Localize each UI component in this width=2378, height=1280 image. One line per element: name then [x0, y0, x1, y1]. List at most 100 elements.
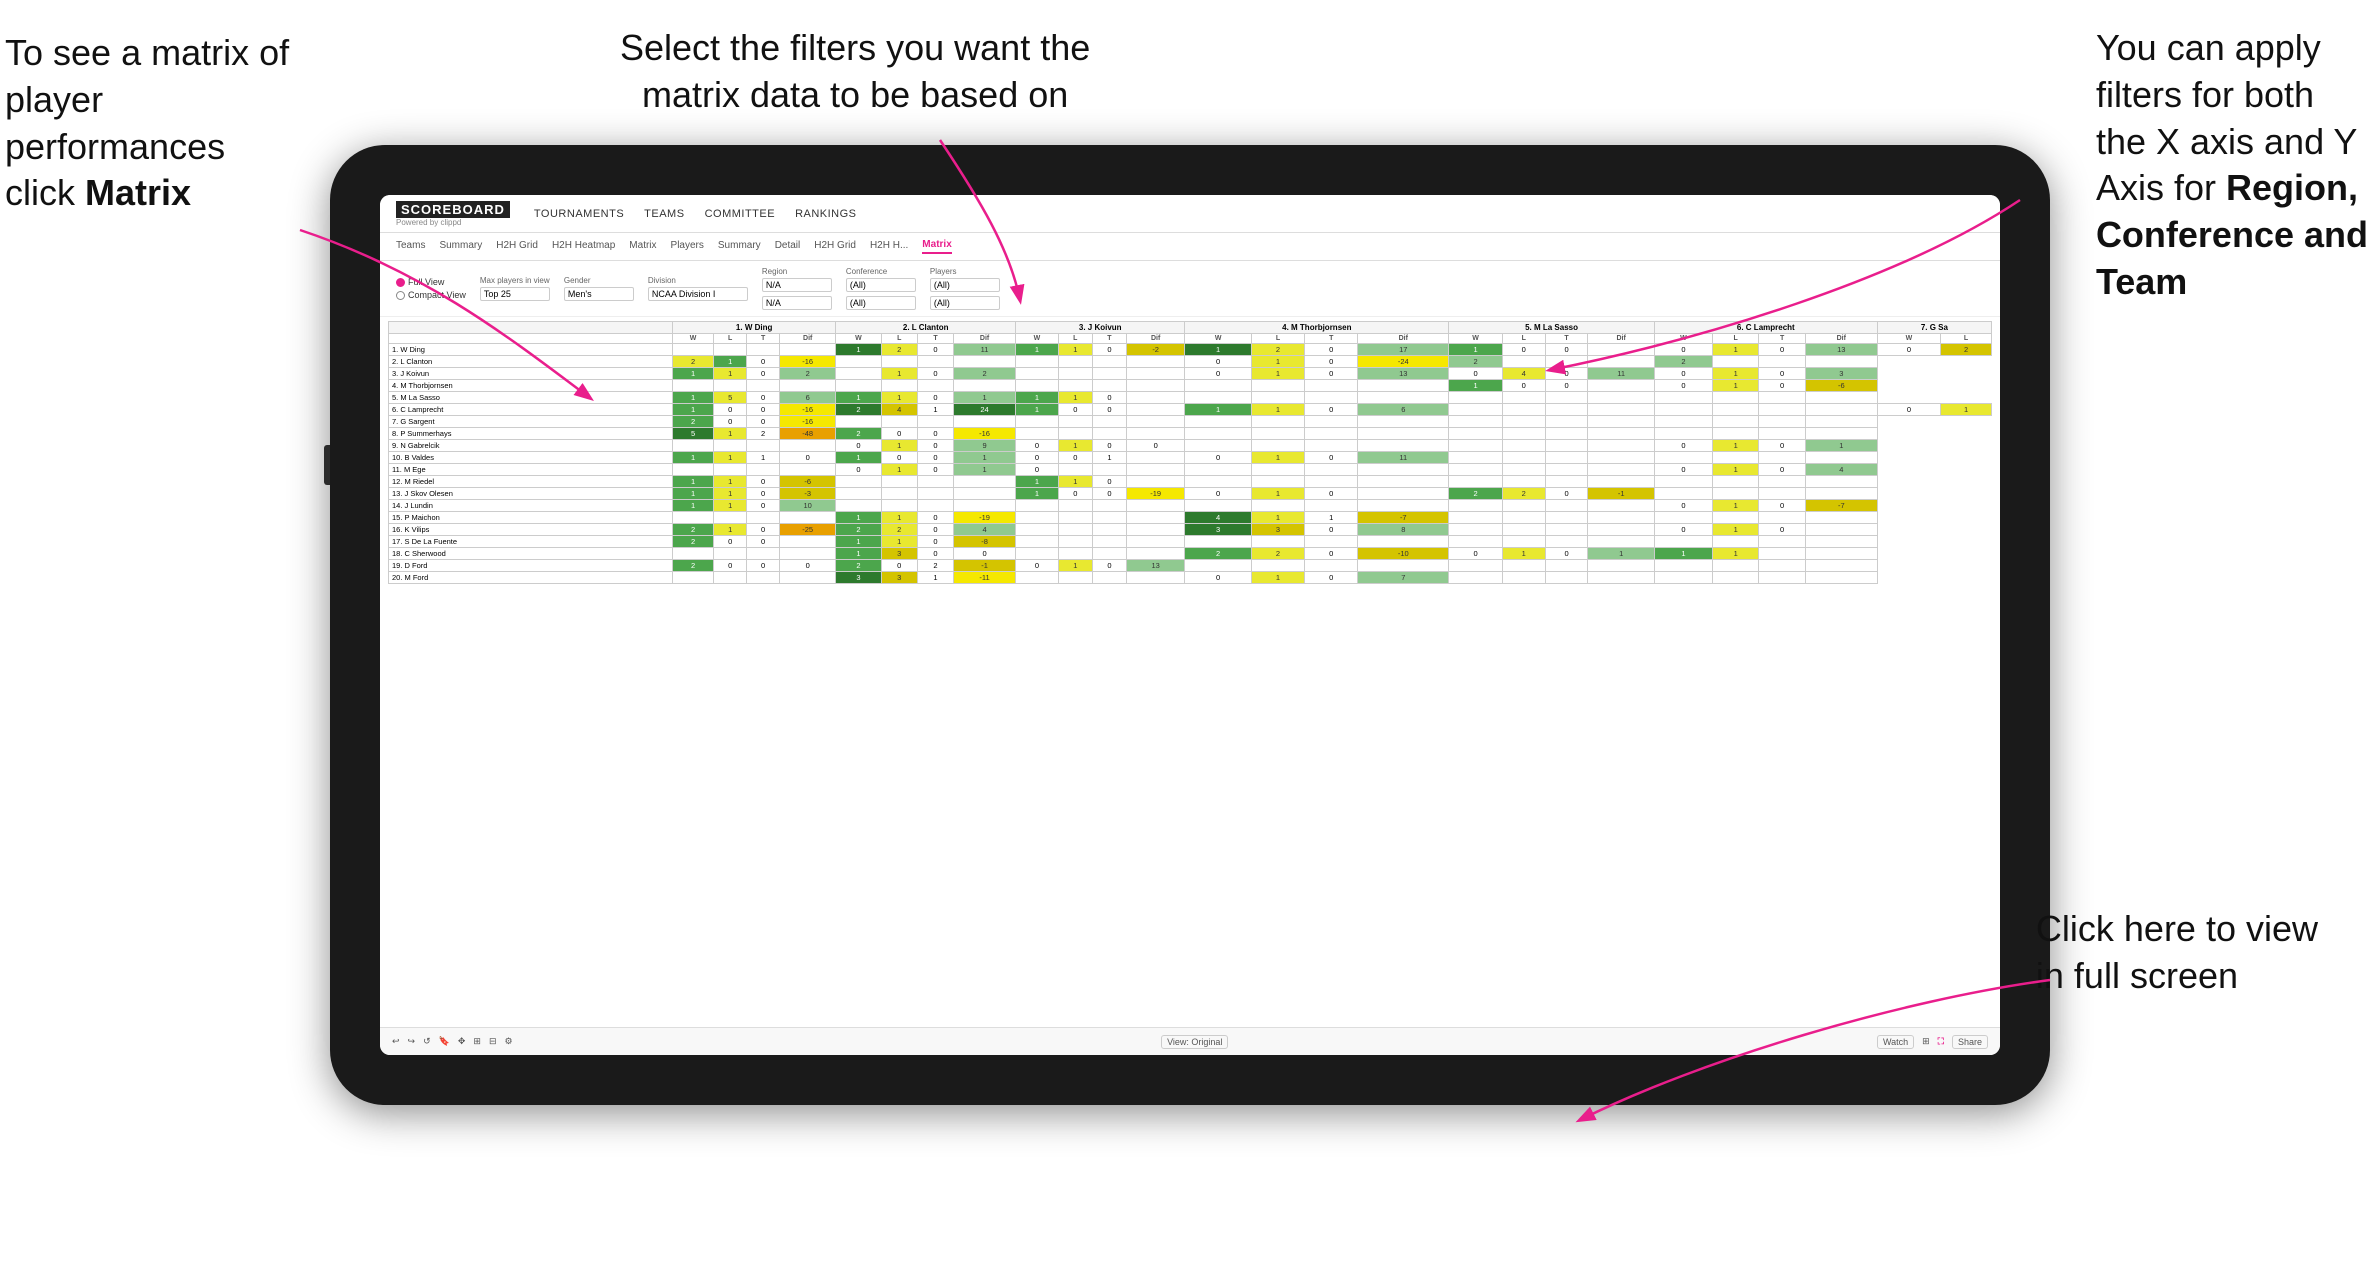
pan-icon[interactable]: ✥ [458, 1036, 466, 1047]
matrix-cell: 1 [673, 452, 714, 464]
settings-icon[interactable]: ⚙ [505, 1036, 513, 1047]
conference-select2[interactable]: (All) [846, 296, 916, 310]
bookmark-icon[interactable]: 🔖 [439, 1036, 450, 1047]
fullscreen-icon[interactable]: ⛶ [1938, 1036, 1944, 1047]
grid-icon[interactable]: ⊞ [1922, 1036, 1930, 1047]
matrix-cell [1588, 392, 1654, 404]
conference-select1[interactable]: (All) [846, 278, 916, 292]
refresh-icon[interactable]: ↺ [423, 1036, 431, 1047]
matrix-cell: 0 [1305, 488, 1358, 500]
matrix-cell: 2 [673, 356, 714, 368]
sub-t5: T [1545, 334, 1588, 344]
matrix-cell: 1 [1251, 572, 1304, 584]
player-name-cell: 9. N Gabrelcik [389, 440, 673, 452]
matrix-cell [780, 512, 836, 524]
redo-icon[interactable]: ↪ [408, 1036, 416, 1047]
matrix-cell: 0 [1654, 344, 1712, 356]
matrix-cell [1588, 524, 1654, 536]
matrix-cell [714, 572, 747, 584]
nav-rankings[interactable]: RANKINGS [795, 208, 856, 220]
matrix-cell: 0 [917, 548, 953, 560]
matrix-cell [1092, 380, 1126, 392]
zoom-out-icon[interactable]: ⊟ [489, 1036, 497, 1047]
matrix-cell: 0 [1545, 488, 1588, 500]
matrix-cell: 1 [836, 344, 881, 356]
matrix-cell [1759, 428, 1805, 440]
players-select1[interactable]: (All) [930, 278, 1000, 292]
tablet-screen: SCOREBOARD Powered by clippd TOURNAMENTS… [380, 195, 2000, 1055]
matrix-cell [1588, 476, 1654, 488]
matrix-cell [780, 380, 836, 392]
matrix-cell [1016, 548, 1059, 560]
matrix-cell [1058, 428, 1092, 440]
subnav-h2h-grid[interactable]: H2H Grid [496, 240, 538, 253]
matrix-cell: 1 [714, 428, 747, 440]
matrix-cell [1305, 380, 1358, 392]
matrix-cell [1805, 476, 1877, 488]
subnav-summary[interactable]: Summary [439, 240, 482, 253]
matrix-cell [1016, 356, 1059, 368]
matrix-cell [1712, 428, 1758, 440]
subnav-matrix-players[interactable]: Matrix [629, 240, 656, 253]
matrix-cell [836, 416, 881, 428]
players-select2[interactable]: (All) [930, 296, 1000, 310]
view-original-button[interactable]: View: Original [1161, 1035, 1228, 1049]
region-select[interactable]: N/A [762, 278, 832, 292]
zoom-in-icon[interactable]: ⊞ [473, 1036, 481, 1047]
undo-icon[interactable]: ↩ [392, 1036, 400, 1047]
subnav-detail[interactable]: Detail [775, 240, 801, 253]
subnav-players[interactable]: Players [671, 240, 704, 253]
matrix-cell: 0 [1058, 452, 1092, 464]
matrix-cell [954, 488, 1016, 500]
bottom-toolbar: ↩ ↪ ↺ 🔖 ✥ ⊞ ⊟ ⚙ View: Original Watch ⊞ ⛶… [380, 1027, 2000, 1055]
matrix-cell [673, 572, 714, 584]
compact-view-dot [396, 291, 405, 300]
player-name-cell: 15. P Maichon [389, 512, 673, 524]
matrix-cell [1759, 356, 1805, 368]
matrix-cell [1545, 536, 1588, 548]
matrix-cell: 1 [1251, 404, 1304, 416]
region-select2[interactable]: N/A [762, 296, 832, 310]
sub-l6: L [1712, 334, 1758, 344]
table-row: 9. N Gabrelcik010901000101 [389, 440, 1992, 452]
matrix-cell [1759, 548, 1805, 560]
matrix-cell [1588, 572, 1654, 584]
matrix-cell [1449, 440, 1503, 452]
matrix-cell [1759, 416, 1805, 428]
table-row: 20. M Ford331-110107 [389, 572, 1992, 584]
share-button[interactable]: Share [1952, 1035, 1988, 1049]
col-header-5: 5. M La Sasso [1449, 322, 1655, 334]
subnav-h2h-grid2[interactable]: H2H Grid [814, 240, 856, 253]
matrix-cell: 2 [1251, 344, 1304, 356]
division-select[interactable]: NCAA Division I [648, 287, 748, 301]
nav-tournaments[interactable]: TOURNAMENTS [534, 208, 624, 220]
max-players-select[interactable]: Top 25 [480, 287, 550, 301]
gender-select[interactable]: Men's [564, 287, 634, 301]
sub-dif6: Dif [1805, 334, 1877, 344]
region-filter: Region N/A N/A [762, 267, 832, 310]
nav-teams[interactable]: TEAMS [644, 208, 684, 220]
matrix-cell: -6 [1805, 380, 1877, 392]
matrix-cell [1654, 572, 1712, 584]
subnav-h2h-h[interactable]: H2H H... [870, 240, 908, 253]
matrix-cell: 0 [1092, 404, 1126, 416]
matrix-cell: 1 [1251, 356, 1304, 368]
subnav-players-summary[interactable]: Summary [718, 240, 761, 253]
matrix-cell [1502, 428, 1545, 440]
subnav-matrix-active[interactable]: Matrix [922, 239, 951, 254]
full-view-radio[interactable]: Full View [396, 277, 466, 287]
subnav-h2h-heatmap[interactable]: H2H Heatmap [552, 240, 615, 253]
matrix-cell: 0 [836, 440, 881, 452]
compact-view-radio[interactable]: Compact View [396, 290, 466, 300]
table-row: 6. C Lamprecht100-1624124100110601 [389, 404, 1992, 416]
scoreboard-logo: SCOREBOARD Powered by clippd [396, 201, 510, 227]
subnav-teams[interactable]: Teams [396, 240, 425, 253]
matrix-cell [1305, 428, 1358, 440]
watch-button[interactable]: Watch [1877, 1035, 1914, 1049]
matrix-cell [673, 464, 714, 476]
nav-committee[interactable]: COMMITTEE [705, 208, 776, 220]
matrix-cell: 2 [1185, 548, 1252, 560]
matrix-cell [1251, 380, 1304, 392]
matrix-cell [1588, 536, 1654, 548]
matrix-cell [954, 500, 1016, 512]
